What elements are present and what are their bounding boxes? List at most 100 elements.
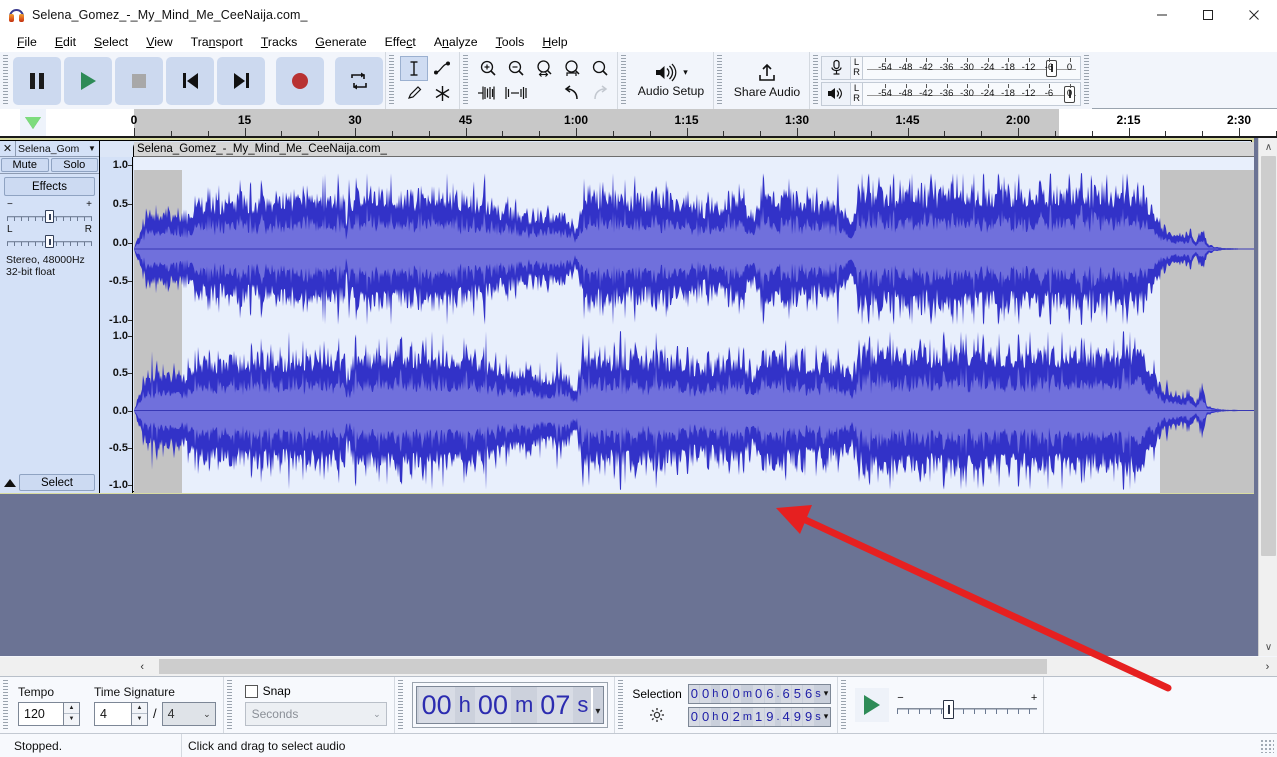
collapse-track-triangle-up-icon[interactable] <box>4 478 16 487</box>
menu-select[interactable]: Select <box>85 33 137 51</box>
silence-audio-button[interactable] <box>502 81 530 106</box>
selection-end-field[interactable]: 0 0 h 0 2 m 1 9. 4 9 9 s ▾ <box>687 706 832 727</box>
trim-audio-button[interactable] <box>474 81 502 106</box>
close-track-icon[interactable]: ✕ <box>0 140 16 157</box>
track-name-label[interactable]: Selena_Gom <box>16 143 88 155</box>
pause-button[interactable] <box>13 56 61 105</box>
solo-button[interactable]: Solo <box>50 158 98 172</box>
selection-start-field[interactable]: 0 0 h 0 0 m 0 6. 6 5 6 s ▾ <box>687 683 832 704</box>
draw-tool-button[interactable] <box>400 81 428 106</box>
snap-checkbox[interactable] <box>244 684 258 698</box>
resize-grip-icon[interactable] <box>1260 738 1274 753</box>
audio-position-chevron-down-icon[interactable]: ▾ <box>593 706 602 717</box>
audio-setup-grip[interactable] <box>619 55 628 106</box>
zoom-in-button[interactable] <box>474 56 502 81</box>
gain-slider[interactable] <box>7 210 92 223</box>
chevron-down-icon[interactable]: ▾ <box>822 711 831 722</box>
close-button[interactable] <box>1231 0 1277 31</box>
time-sig-upper-input[interactable]: 4 <box>94 701 132 726</box>
chevron-down-icon[interactable]: ▾ <box>822 688 831 699</box>
effects-button[interactable]: Effects <box>4 177 95 196</box>
audio-position-display[interactable]: 00 h 00 m 07 s ▾ <box>415 686 605 724</box>
zoom-out-button[interactable] <box>502 56 530 81</box>
menu-file[interactable]: FFileile <box>8 33 46 51</box>
time-sig-lower-select[interactable]: 4 ⌄ <box>161 701 216 726</box>
redo-button[interactable] <box>586 81 614 106</box>
play-at-speed-grip[interactable] <box>839 679 849 731</box>
timeline-ruler[interactable]: 0 15 30 45 1:00 1:15 1:30 1:45 2:00 2:15 2:30 <box>0 109 1277 138</box>
pan-slider-thumb[interactable] <box>45 235 54 248</box>
maximize-button[interactable] <box>1185 0 1231 31</box>
horizontal-scrollbar[interactable]: ‹ › <box>0 657 1277 676</box>
fit-selection-button[interactable] <box>530 56 558 81</box>
pinned-play-head-button[interactable] <box>20 109 46 136</box>
tempo-spinner[interactable]: ▲ ▼ <box>64 701 80 726</box>
menu-generate[interactable]: Generate <box>306 33 375 51</box>
waveform-left-channel[interactable] <box>134 156 1254 328</box>
record-meter-scale[interactable]: -54 -48 -42 -36 -30 -24 -18 -12 -6 0 <box>863 55 1081 80</box>
time-digit: 1 <box>753 707 764 726</box>
meter-tick-label: -48 <box>898 87 913 99</box>
gain-slider-thumb[interactable] <box>45 210 54 223</box>
vertical-scrollbar[interactable]: ∧ ∨ <box>1258 138 1277 656</box>
menu-view[interactable]: View <box>137 33 181 51</box>
record-meter-grip[interactable] <box>811 55 820 106</box>
share-audio-button[interactable]: Share Audio <box>725 55 809 106</box>
playback-meter-scale[interactable]: -54 -48 -42 -36 -30 -24 -18 -12 -6 0 <box>863 81 1081 106</box>
mute-button[interactable]: Mute <box>1 158 49 172</box>
playback-meter-grip[interactable] <box>1082 55 1091 106</box>
zoom-toggle-button[interactable] <box>586 56 614 81</box>
vertical-ruler-left-channel[interactable]: 1.0 0.5 0.0 -0.5 -1.0 <box>100 157 133 328</box>
menu-help[interactable]: Help <box>533 33 576 51</box>
minimize-button[interactable] <box>1139 0 1185 31</box>
clip-title-bar[interactable]: Selena_Gomez_-_My_Mind_Me_CeeNaija.com_ <box>134 142 1254 157</box>
selection-tool-button[interactable] <box>400 55 428 81</box>
scroll-left-arrow-icon[interactable]: ‹ <box>0 657 148 676</box>
transport-toolbar-grip[interactable] <box>1 55 10 106</box>
multi-tool-button[interactable] <box>428 81 456 106</box>
waveform-right-channel[interactable] <box>134 328 1254 493</box>
vertical-scrollbar-thumb[interactable] <box>1261 156 1276 556</box>
record-button[interactable] <box>276 56 324 105</box>
snapping-grip[interactable] <box>224 679 234 731</box>
menu-transport[interactable]: Transport <box>182 33 252 51</box>
snap-unit-select[interactable]: Seconds ⌄ <box>244 702 387 726</box>
pan-slider[interactable] <box>7 235 92 248</box>
scroll-right-arrow-icon[interactable]: › <box>1258 657 1277 676</box>
edit-toolbar-grip[interactable] <box>461 55 470 106</box>
undo-button[interactable] <box>558 81 586 106</box>
menu-analyze[interactable]: Analyze <box>425 33 487 51</box>
stop-button[interactable] <box>115 56 163 105</box>
play-at-speed-button[interactable] <box>855 688 890 722</box>
time-toolbar-grip[interactable] <box>395 679 405 731</box>
track-menu-chevron-down-icon[interactable]: ▼ <box>88 144 99 153</box>
selection-toolbar-grip[interactable] <box>616 679 626 731</box>
menu-tools[interactable]: Tools <box>487 33 534 51</box>
play-speed-slider-thumb[interactable] <box>943 700 955 719</box>
vertical-ruler-right-channel[interactable]: 1.0 0.5 0.0 -0.5 -1.0 <box>100 328 133 493</box>
skip-to-start-button[interactable] <box>166 56 214 105</box>
gear-icon[interactable] <box>649 707 665 723</box>
horizontal-scrollbar-thumb[interactable] <box>159 659 1047 674</box>
play-speed-slider[interactable]: − + <box>897 692 1038 719</box>
envelope-tool-button[interactable] <box>428 56 456 81</box>
share-audio-grip[interactable] <box>715 55 724 106</box>
menu-effect[interactable]: Effect <box>376 33 425 51</box>
tools-toolbar-grip[interactable] <box>387 55 396 106</box>
playback-meter[interactable]: L R -54 -48 -42 -36 -30 -24 -18 -12 -6 0 <box>821 81 1081 106</box>
menu-tracks[interactable]: Tracks <box>252 33 306 51</box>
audio-setup-button[interactable]: ▾ Audio Setup <box>629 55 713 106</box>
play-button[interactable] <box>64 56 112 105</box>
fit-project-button[interactable] <box>558 56 586 81</box>
select-track-button[interactable]: Select <box>19 474 95 491</box>
tempo-input[interactable]: 120 <box>18 701 64 726</box>
time-sig-upper-spinner[interactable]: ▲ ▼ <box>132 701 148 726</box>
record-meter[interactable]: L R -54 -48 -42 -36 -30 -24 -18 -12 -6 0 <box>821 55 1081 80</box>
scroll-down-arrow-icon[interactable]: ∨ <box>1259 638 1277 656</box>
scroll-up-arrow-icon[interactable]: ∧ <box>1259 138 1277 156</box>
skip-to-end-button[interactable] <box>217 56 265 105</box>
loop-button[interactable] <box>335 56 383 105</box>
time-signature-grip[interactable] <box>1 679 10 731</box>
ruler-minor-tick <box>281 131 283 136</box>
menu-edit[interactable]: Edit <box>46 33 85 51</box>
